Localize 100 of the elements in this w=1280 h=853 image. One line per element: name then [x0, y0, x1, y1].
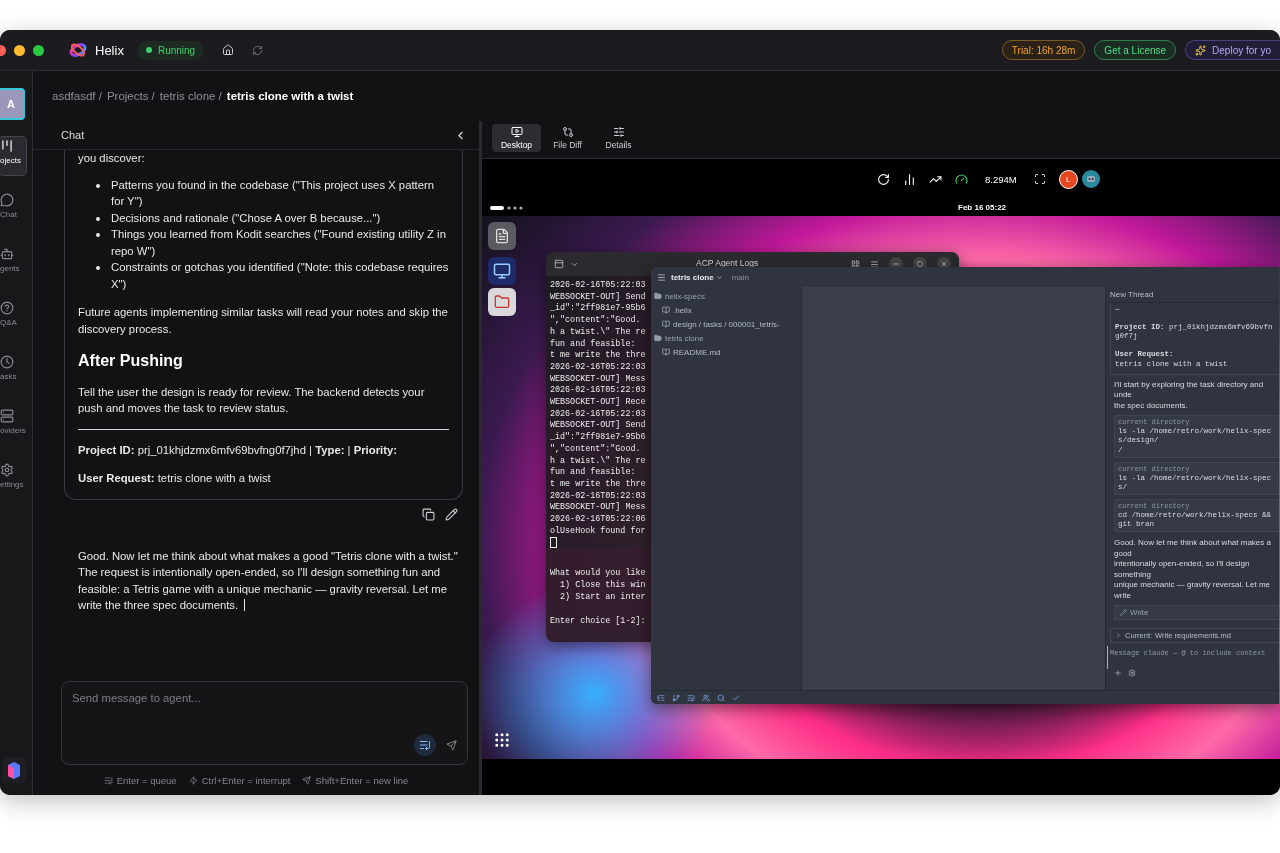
view-tab[interactable]: Desktop — [492, 124, 541, 152]
nav-item[interactable]: Q&A — [0, 298, 27, 338]
file-tree-item[interactable]: helix-specs — [651, 289, 705, 303]
grid-icon[interactable] — [851, 259, 860, 269]
menu-icon[interactable] — [657, 272, 666, 282]
bullet-dot — [96, 216, 100, 221]
menu-icon[interactable] — [870, 259, 879, 269]
shortcut-hint: Ctrl+Enter = interrupt — [188, 774, 291, 786]
nav-item[interactable]: oviders — [0, 406, 27, 446]
nav-item[interactable]: gents — [0, 244, 27, 284]
breadcrumb-link[interactable]: asdfasdf / — [52, 90, 102, 102]
list-item-text: Decisions and rationale ("Chose A over B because...") — [111, 210, 381, 226]
message-text: Tell the user the design is ready for review. The backend detects your push and moves the task to review status. — [78, 384, 426, 416]
notes-app-icon[interactable] — [488, 222, 516, 250]
server-icon — [0, 409, 14, 423]
view-tab[interactable]: Details — [594, 124, 643, 152]
agent-reply: Good. Now let me think about what makes a good "Tetris clone with a twist." The request is intentionally open-ended, so I'll design something fun and feasible: a Tetris game with a unique mechanic — gravity reversal. Let me write the three spec documents. — [78, 548, 459, 613]
book-icon — [662, 320, 670, 328]
nav-item[interactable]: ojects — [0, 136, 27, 176]
monitor-icon — [510, 126, 523, 138]
bullet-dot — [96, 266, 100, 270]
file-tree-item[interactable]: design / tasks / 000001_tetris- — [651, 317, 780, 331]
zoom-button[interactable] — [33, 44, 44, 56]
message-text: you discover: — [78, 151, 146, 166]
minus-icon — [892, 260, 900, 268]
branch-icon[interactable] — [672, 693, 680, 702]
license-button[interactable]: Get a License — [1094, 40, 1177, 60]
nav-item[interactable]: ettings — [0, 460, 27, 500]
thread-title: New Thread — [1106, 287, 1279, 303]
queue-icon — [419, 739, 431, 751]
users-icon[interactable] — [702, 693, 710, 702]
list-icon[interactable] — [687, 693, 695, 702]
nav-item[interactable]: asks — [0, 352, 27, 392]
queue-icon — [103, 775, 113, 785]
breadcrumb-link[interactable]: tetris clone with a twist — [226, 90, 354, 102]
settings-icon[interactable] — [1128, 669, 1136, 677]
book-icon — [662, 348, 670, 356]
tree-icon[interactable] — [657, 693, 665, 702]
nav-item[interactable]: Chat — [0, 190, 27, 230]
file-tree-item[interactable]: tetris clone — [651, 331, 704, 345]
gauge-icon[interactable] — [955, 172, 968, 186]
folder-app-icon[interactable] — [488, 288, 516, 316]
folder-icon — [654, 292, 662, 300]
speech-bubble-icon — [0, 193, 14, 207]
breadcrumb-link[interactable]: tetris clone / — [159, 90, 222, 102]
shortcut-hint: Shift+Enter = new line — [302, 774, 409, 786]
bullet-dot — [96, 183, 100, 188]
search-icon[interactable] — [717, 693, 725, 702]
folder-icon — [654, 334, 662, 342]
clock-text: Feb 16 05:22 — [958, 203, 1007, 212]
home-icon[interactable] — [222, 44, 235, 56]
prompt-input-line: Enter choice [1-2]: — [550, 615, 647, 628]
thread-text: Good. Now let me think about what makes a good intentionally open-ended, so I'll design something unique mechanic — gravity reversal. Let me write — [1113, 537, 1272, 602]
robot-icon — [0, 247, 14, 261]
clock-icon — [0, 355, 14, 369]
settings-icon — [0, 463, 14, 477]
view-tab[interactable]: File Diff — [543, 124, 592, 152]
tool-label: Write — [1130, 608, 1149, 617]
copy-icon[interactable] — [422, 507, 435, 521]
list-item-text: Things you learned from Kodit searches ("Found existing utility Z in repo W") — [111, 227, 447, 259]
meta-text: User Request: tetris clone with a twist — [78, 472, 271, 484]
reload-icon[interactable] — [877, 172, 890, 186]
book-icon — [662, 306, 670, 314]
file-tree-item[interactable]: README.md — [651, 345, 721, 359]
git-compare-icon — [561, 126, 574, 138]
minimize-button[interactable] — [14, 44, 25, 56]
breadcrumb-link[interactable]: Projects / — [106, 90, 155, 102]
sliders-icon — [612, 126, 625, 138]
fullscreen-icon[interactable] — [1033, 173, 1046, 185]
queue-button[interactable] — [414, 734, 436, 756]
bitrate-text: 8.294M — [985, 173, 1017, 185]
check-icon[interactable] — [732, 693, 740, 702]
monitor-app-icon[interactable] — [488, 257, 516, 285]
deploy-button[interactable]: Deploy for yo — [1185, 40, 1280, 60]
chevron-icon — [1115, 632, 1122, 639]
send-icon[interactable] — [446, 739, 457, 751]
log-output: 2026-02-16T05:22:03 WEBSOCKET-OUT] Send _id":"2ff981e7-95b6 ","content":"Good. h a twist.\" The re fun and feasible: t me write the thre 2026-02-16T05:22:03 WEBSOCKET-OUT] Mess 2026-02-16T05:22:03 WEBSOCKET-OUT] Rece 2026-02-16T05:22:03 WEBSOCKET-OUT] Send _id":"2ff981e7-95b6 ","content":"Good. h a twist.\" The re fun and feasible: t me write the thre 2026-02-16T05:22:03 WEBSOCKET-OUT] Mess 2026-02-16T05:22:06 olUseHook found for — [550, 280, 647, 538]
lightning-icon — [188, 775, 198, 785]
workspace-indicator-icon[interactable] — [490, 204, 524, 211]
app-logo-icon — [69, 41, 87, 59]
file-tree-item[interactable]: .helix — [651, 303, 692, 317]
project-selector[interactable]: tetris clone — [671, 272, 723, 282]
section-heading: After Pushing — [78, 353, 184, 370]
edit-icon[interactable] — [445, 507, 458, 521]
branch-selector[interactable]: main — [731, 272, 750, 282]
kanban-icon — [0, 139, 14, 153]
refresh-icon[interactable] — [252, 44, 264, 56]
message-text: Future agents implementing similar tasks will read your notes and skip the discovery process. — [78, 305, 449, 337]
app-grid-icon[interactable] — [493, 731, 511, 749]
list-item-text: Patterns you found in the codebase ("This project uses X pattern for Y") — [111, 177, 436, 209]
caret-icon — [715, 273, 723, 281]
new-tab-icon[interactable] — [554, 259, 564, 269]
user-avatar: L — [1058, 169, 1078, 189]
close-icon — [940, 260, 948, 268]
list-item-text: Constraints or gotchas you identified ("Note: this codebase requires X") — [111, 260, 449, 292]
trial-badge[interactable]: Trial: 16h 28m — [1001, 40, 1086, 60]
add-icon[interactable] — [1114, 669, 1122, 677]
bar-chart-icon[interactable] — [903, 172, 916, 186]
app-name: Helix — [95, 42, 124, 58]
message-input[interactable]: Send message to agent... — [62, 682, 467, 764]
